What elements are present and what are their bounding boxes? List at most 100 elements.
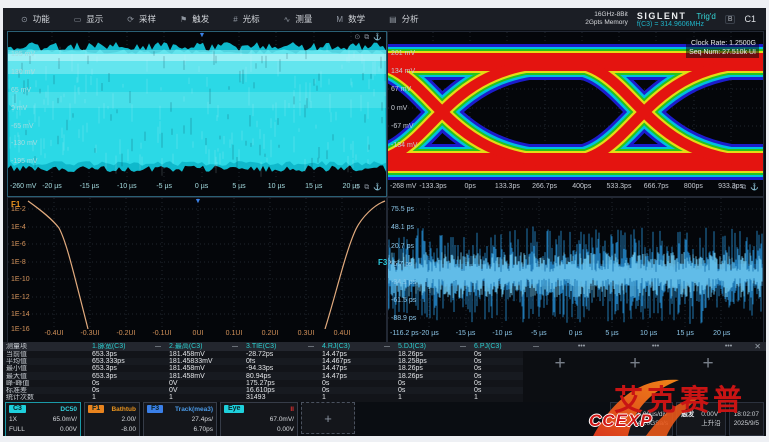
table-header-cell[interactable]: 1.脉宽(C3) (89, 343, 166, 350)
waveform-panel[interactable]: ▼ ⊙⧉⚓ ⊙⧉⚓ 195 mV130 mV65 mV0 mV-65 mV-13… (7, 31, 387, 197)
measurement-table: 测量项1.脉宽(C3)2.最高(C3)3.TIE(C3)4.RJ(C3)5.DJ… (3, 342, 766, 402)
wave-x-label: -20 µs (42, 183, 62, 190)
bath-x-label: 0.2UI (262, 330, 279, 337)
table-header-cell[interactable]: 3.TIE(C3) (243, 343, 319, 350)
bath-x-label: -0.1UI (152, 330, 171, 337)
expand-icon[interactable]: ⧉ (364, 184, 369, 192)
seq-num-readout: Seq Num: 27.510k UI (689, 48, 756, 57)
row-label: 最小值 (3, 365, 89, 372)
trigger-title: 触发 (681, 410, 694, 419)
menu-item-功能[interactable]: ⊙功能 (9, 8, 62, 30)
channel-title: Bathtub (111, 406, 136, 413)
menu-item-label: 数学 (348, 13, 365, 25)
row-label: 标准差 (3, 387, 89, 394)
table-cell: 31493 (243, 394, 319, 401)
table-cell: 653.3ps (89, 351, 166, 358)
camera-icon[interactable]: ⊙ (731, 184, 737, 192)
table-row: 最大值653.3ps181.458mV80.94ps14.47ps18.26ps… (3, 372, 523, 379)
channel-box-eye[interactable]: EyeII67.0mV/0.00V (220, 402, 298, 436)
table-cell: 0s (395, 387, 471, 394)
time-display: 18:02:07 (734, 410, 759, 419)
channel-offset: 0.00V (60, 426, 77, 433)
channel-row: 67.0mV/ (224, 414, 294, 424)
memory-spec: 2Gpts Memory (585, 19, 628, 27)
menu-item-采样[interactable]: ⟳ 采样 (115, 8, 168, 30)
eye-diagram-panel[interactable]: Clock Rate: 1.2500G Seq Num: 27.510k UI … (387, 31, 764, 197)
timebase-box[interactable]: 时基 5.00µs/div 0.00s 40.0GSa/s (610, 402, 674, 436)
add-measurement-button[interactable]: + (554, 354, 565, 373)
table-cell: 0s (471, 373, 544, 380)
channel-row: 2.00/ (88, 414, 136, 424)
trigger-position-marker[interactable]: ▼ (199, 32, 206, 39)
table-row: 最小值653.3ps181.458mV-94.33ps14.47ps18.26p… (3, 365, 523, 372)
menu-items: ⊙功能▭显示 ⟳ 采样 ⚑触发#光标∿测量M数学▤分析 (3, 8, 431, 30)
row-label: 当前值 (3, 351, 89, 358)
table-cell: 14.47ps (319, 365, 395, 372)
bathtub-right-curve (325, 201, 385, 329)
anchor-icon[interactable]: ⚓ (750, 184, 759, 192)
menu-item-触发[interactable]: ⚑触发 (168, 8, 221, 30)
anchor-icon[interactable]: ⚓ (373, 34, 382, 42)
date-display: 2025/9/5 (734, 419, 759, 428)
panel-icons-top: ⊙ ⧉ ⚓ (354, 34, 382, 42)
menu-item-显示[interactable]: ▭显示 (62, 8, 116, 30)
table-cell: 0s (395, 380, 471, 387)
tie-track-panel[interactable]: › 75.5 ps48.1 ps20.7 ps-6.7 ps-34.1 ps-6… (387, 197, 764, 343)
table-close-icon[interactable]: ✕ (754, 342, 761, 351)
table-cell: 0s (89, 380, 166, 387)
anchor-icon[interactable]: ⚓ (373, 184, 382, 192)
expand-icon[interactable]: ⧉ (364, 34, 369, 42)
table-cell: 181.458mV (166, 365, 243, 372)
table-header-row: 测量项1.脉宽(C3)2.最高(C3)3.TIE(C3)4.RJ(C3)5.DJ… (3, 342, 766, 351)
table-cell: 18.26ps (395, 365, 471, 372)
add-measurement-button[interactable]: + (629, 354, 640, 373)
table-header-cell[interactable]: 2.最高(C3) (166, 343, 243, 350)
table-cell: 80.94ps (243, 373, 319, 380)
timebase-delay: 0.00s (615, 419, 631, 428)
expand-icon[interactable]: ⧉ (741, 184, 746, 192)
clock-box: 18:02:07 2025/9/5 (729, 402, 764, 436)
tie-x-label: -10 µs (492, 330, 512, 337)
table-header-cell[interactable]: 6.PJ(C3) (471, 343, 544, 350)
channel-box-c3[interactable]: C3DC501X65.0mV/FULL0.00V (5, 402, 81, 436)
trigger-box[interactable]: 触发 0.00V 上升沿 (676, 402, 726, 436)
menu-item-分析[interactable]: ▤分析 (377, 8, 431, 30)
eye-x-label: 0ps (465, 183, 476, 190)
channel-box-f3[interactable]: F3Track(mea3)27.4ps/6.70ps (143, 402, 217, 436)
menu-item-label: 功能 (33, 13, 50, 25)
wave-x-label: -10 µs (117, 183, 137, 190)
camera-icon[interactable]: ⊙ (354, 184, 360, 192)
bathtub-panel[interactable]: F1 ▼ 1E-21E-41E-61E-81E-101E-121E-141E-1… (7, 197, 387, 343)
table-header-cell[interactable]: 5.DJ(C3) (395, 343, 471, 350)
acquire-icon: ⟳ (127, 15, 134, 24)
table-header-cell[interactable]: 4.RJ(C3) (319, 343, 395, 350)
table-cell: 653.333ps (89, 358, 166, 365)
add-channel-button[interactable]: + (301, 402, 355, 434)
menu-item-label: 光标 (243, 13, 260, 25)
bath-x-label: -0.2UI (116, 330, 135, 337)
menu-item-数学[interactable]: M数学 (324, 8, 377, 30)
table-cell: 0s (319, 380, 395, 387)
channel-title: Track(mea3) (175, 406, 213, 413)
sample-rate: 40.0GSa/s (637, 419, 668, 428)
menu-item-label: 采样 (139, 13, 156, 25)
menu-item-光标[interactable]: #光标 (221, 8, 271, 30)
channel-offset: 6.70ps (193, 426, 213, 433)
table-header-placeholder[interactable]: ••• (544, 343, 619, 350)
camera-icon[interactable]: ⊙ (354, 34, 360, 42)
b-badge-icon[interactable]: B (725, 15, 736, 24)
table-cell: 653.3ps (89, 365, 166, 372)
channel-offset-marker[interactable] (8, 104, 13, 112)
eye-x-label: 533.3ps (607, 183, 632, 190)
channel-c1-badge[interactable]: C1 (744, 14, 756, 24)
menu-item-测量[interactable]: ∿测量 (272, 8, 325, 30)
tie-x-label: 10 µs (640, 330, 657, 337)
f3-tag: F3 (378, 258, 387, 267)
channel-box-f1[interactable]: F1Bathtub2.00/-8.00 (84, 402, 140, 436)
table-header-placeholder[interactable]: ••• (619, 343, 692, 350)
add-measurement-button[interactable]: + (702, 354, 713, 373)
table-cell: 0s (319, 387, 395, 394)
table-header-cell[interactable]: 测量项 (3, 343, 89, 350)
footer-info: 时基 5.00µs/div 0.00s 40.0GSa/s 触发 0.00V 上… (610, 402, 764, 436)
reference-position-marker[interactable]: ▼ (195, 198, 202, 205)
